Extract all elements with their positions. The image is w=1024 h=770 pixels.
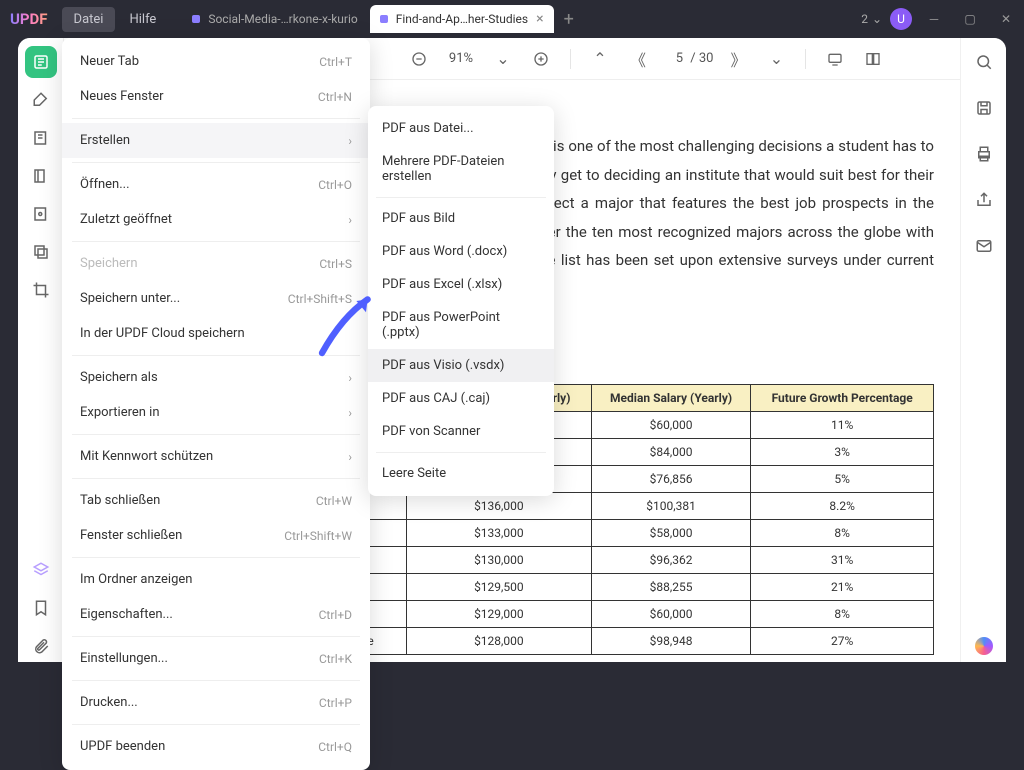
chevron-right-icon: › (348, 134, 352, 148)
chevron-right-icon: › (348, 371, 352, 385)
present-icon[interactable] (822, 46, 848, 72)
bookmark-icon[interactable] (25, 592, 57, 624)
menu-item[interactable]: SpeichernCtrl+S (62, 246, 370, 281)
menu-help[interactable]: Hilfe (117, 7, 168, 32)
right-rail (960, 38, 1006, 662)
submenu-item[interactable]: PDF aus PowerPoint (.pptx) (368, 301, 554, 349)
tab-inactive[interactable]: Social-Media-…rkone-x-kurio (182, 6, 367, 32)
edit-text-icon[interactable] (25, 122, 57, 154)
chevron-right-icon: › (348, 406, 352, 420)
zoom-in-button[interactable] (528, 46, 554, 72)
file-menu: Neuer TabCtrl+TNeues FensterCtrl+N Erstel… (62, 38, 370, 770)
submenu-item[interactable]: PDF aus Bild (368, 202, 554, 235)
close-button[interactable]: ✕ (992, 5, 1020, 33)
page-indicator: 5 / 30 (663, 51, 713, 66)
menu-item[interactable]: Im Ordner anzeigen (62, 562, 370, 597)
menu-item[interactable]: Eigenschaften...Ctrl+D (62, 597, 370, 632)
chevron-right-icon: › (348, 213, 352, 227)
menu-item[interactable]: Öffnen...Ctrl+O (62, 167, 370, 202)
file-icon (192, 15, 200, 23)
menu-item[interactable]: Erstellen› (62, 123, 370, 158)
zoom-dropdown-icon[interactable]: ⌄ (490, 46, 516, 72)
new-tab-button[interactable]: + (556, 9, 582, 30)
zoom-level: 91% (444, 51, 478, 66)
submenu-item[interactable]: PDF aus Visio (.vsdx) (368, 349, 554, 382)
minimize-button[interactable]: ─ (920, 5, 948, 33)
save-icon[interactable] (968, 92, 1000, 124)
menu-item[interactable]: Fenster schließenCtrl+Shift+W (62, 518, 370, 553)
menu-item[interactable]: UPDF beendenCtrl+Q (62, 729, 370, 764)
menu-item[interactable]: Neuer TabCtrl+T (62, 44, 370, 79)
app-logo: UPDF (10, 10, 48, 28)
reader-mode-button[interactable] (25, 46, 57, 78)
document-tabs: Social-Media-…rkone-x-kurio Find-and-Ap…… (182, 5, 861, 33)
file-icon (380, 15, 388, 23)
avatar[interactable]: U (890, 8, 912, 30)
submenu-item[interactable]: Leere Seite (368, 457, 554, 490)
notification-badge[interactable]: 2 ⌄ (861, 12, 882, 26)
copy-icon[interactable] (25, 236, 57, 268)
tab-active[interactable]: Find-and-Ap…her-Studies × (370, 5, 554, 33)
chevron-right-icon: › (348, 450, 352, 464)
submenu-item[interactable]: PDF aus CAJ (.caj) (368, 382, 554, 415)
pages-icon[interactable] (25, 160, 57, 192)
menu-item[interactable]: Einstellungen...Ctrl+K (62, 641, 370, 676)
menu-item[interactable]: Drucken...Ctrl+P (62, 685, 370, 720)
submenu-item[interactable]: Mehrere PDF-Dateien erstellen (368, 145, 554, 193)
mail-icon[interactable] (968, 230, 1000, 262)
last-page-button[interactable]: ⌄ (763, 46, 789, 72)
create-submenu: PDF aus Datei...Mehrere PDF-Dateien erst… (368, 106, 554, 496)
annotation-arrow (310, 285, 390, 369)
next-page-button[interactable]: 》 (725, 46, 751, 72)
submenu-item[interactable]: PDF aus Word (.docx) (368, 235, 554, 268)
attachment-icon[interactable] (25, 630, 57, 662)
table-header: Median Salary (Yearly) (591, 385, 750, 412)
left-rail (18, 38, 64, 662)
submenu-item[interactable]: PDF aus Excel (.xlsx) (368, 268, 554, 301)
menu-item[interactable]: Tab schließenCtrl+W (62, 483, 370, 518)
crop-icon[interactable] (25, 274, 57, 306)
menu-item[interactable]: Neues FensterCtrl+N (62, 79, 370, 114)
menu-item[interactable]: Zuletzt geöffnet› (62, 202, 370, 237)
menubar: Datei Hilfe (62, 7, 169, 32)
window-right-controls: 2 ⌄ U ─ ▢ ✕ (861, 5, 1020, 33)
chevron-down-icon: ⌄ (872, 12, 882, 26)
search-icon[interactable] (968, 46, 1000, 78)
share-icon[interactable] (968, 184, 1000, 216)
prev-page-button[interactable]: 《 (625, 46, 651, 72)
submenu-item[interactable]: PDF von Scanner (368, 415, 554, 448)
highlighter-icon[interactable] (25, 84, 57, 116)
tab-label: Find-and-Ap…her-Studies (396, 12, 528, 26)
menu-item[interactable]: Exportieren in› (62, 395, 370, 430)
menu-item[interactable]: Mit Kennwort schützen› (62, 439, 370, 474)
tools-icon[interactable] (25, 198, 57, 230)
print-icon[interactable] (968, 138, 1000, 170)
first-page-button[interactable]: ⌃ (587, 46, 613, 72)
table-header: Future Growth Percentage (751, 385, 934, 412)
submenu-item[interactable]: PDF aus Datei... (368, 112, 554, 145)
maximize-button[interactable]: ▢ (956, 5, 984, 33)
page-display-icon[interactable] (860, 46, 886, 72)
menu-file[interactable]: Datei (62, 7, 116, 32)
layers-icon[interactable] (25, 554, 57, 586)
zoom-out-button[interactable] (406, 46, 432, 72)
close-icon[interactable]: × (536, 11, 543, 27)
titlebar: UPDF Datei Hilfe Social-Media-…rkone-x-k… (0, 0, 1024, 38)
tab-label: Social-Media-…rkone-x-kurio (208, 12, 357, 26)
copilot-icon[interactable] (968, 630, 1000, 662)
